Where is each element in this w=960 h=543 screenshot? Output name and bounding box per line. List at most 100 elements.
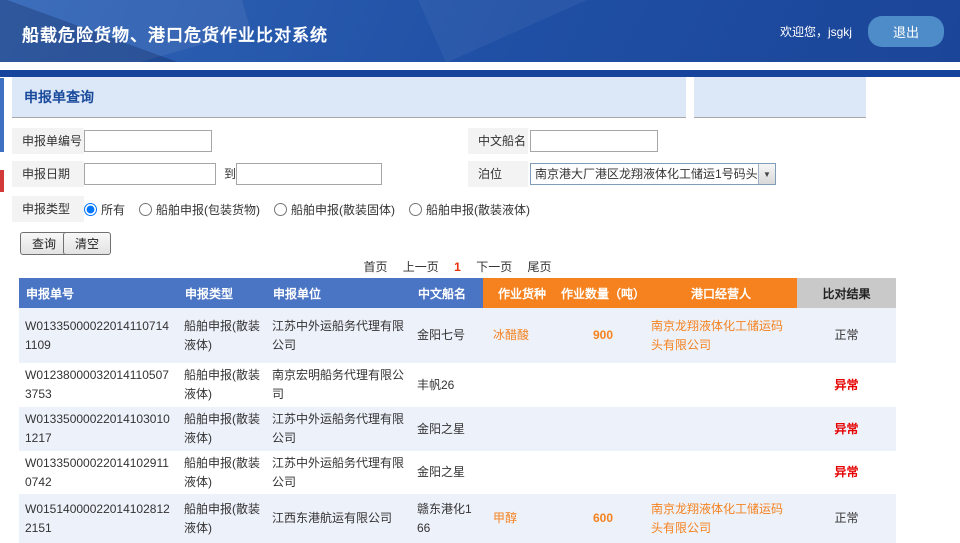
date-to-separator: 到 xyxy=(224,163,236,185)
berth-label: 泊位 xyxy=(468,161,528,187)
col-header-decl-unit: 申报单位 xyxy=(266,278,411,308)
radio-all-input[interactable] xyxy=(84,203,97,216)
radio-bulk-solid-input[interactable] xyxy=(274,203,287,216)
logout-button[interactable]: 退出 xyxy=(868,16,944,47)
table-header-row: 申报单号 申报类型 申报单位 中文船名 作业货种 作业数量（吨） 港口经营人 比… xyxy=(19,278,896,308)
cell-decl-unit: 江苏中外运船务代理有限公司 xyxy=(266,407,411,451)
col-header-port-operator: 港口经营人 xyxy=(645,278,797,308)
cell-compare-result: 异常 xyxy=(797,407,896,451)
table-row: W013350000220141107141109船舶申报(散装液体)江苏中外运… xyxy=(19,308,896,363)
cell-decl-type: 船舶申报(散装液体) xyxy=(178,308,266,363)
app-title: 船载危险货物、港口危货作业比对系统 xyxy=(22,21,328,46)
col-header-compare-result: 比对结果 xyxy=(797,278,896,308)
cell-compare-result: 异常 xyxy=(797,363,896,407)
cell-ship-name: 丰帆26 xyxy=(411,363,483,407)
decl-type-label: 申报类型 xyxy=(12,196,84,222)
cell-cargo-qty xyxy=(561,451,645,494)
cell-ship-name: 金阳之星 xyxy=(411,407,483,451)
radio-all-label: 所有 xyxy=(101,201,125,218)
cell-decl-unit: 江西东港航运有限公司 xyxy=(266,494,411,543)
tab-title: 申报单查询 xyxy=(24,87,94,107)
results-body: W013350000220141107141109船舶申报(散装液体)江苏中外运… xyxy=(19,308,896,543)
cell-cargo-type: 冰醋酸 xyxy=(483,308,561,363)
cell-decl-unit: 江苏中外运船务代理有限公司 xyxy=(266,451,411,494)
app-header: 船载危险货物、港口危货作业比对系统 欢迎您，jsgkj 退出 xyxy=(0,0,960,62)
cell-ship-name: 金阳之星 xyxy=(411,451,483,494)
col-header-decl-type: 申报类型 xyxy=(178,278,266,308)
radio-bulk-liquid[interactable]: 船舶申报(散装液体) xyxy=(409,201,530,218)
welcome-text: 欢迎您，jsgkj xyxy=(780,23,852,40)
results-table: 申报单号 申报类型 申报单位 中文船名 作业货种 作业数量（吨） 港口经营人 比… xyxy=(19,278,896,543)
cell-compare-result: 异常 xyxy=(797,451,896,494)
cell-cargo-qty xyxy=(561,407,645,451)
page-prev-link[interactable]: 上一页 xyxy=(403,260,439,274)
page-first-link[interactable]: 首页 xyxy=(363,260,387,274)
table-row: W013350000220141029110742船舶申报(散装液体)江苏中外运… xyxy=(19,451,896,494)
radio-all[interactable]: 所有 xyxy=(84,201,125,218)
date-to-input[interactable] xyxy=(236,163,382,185)
col-header-ship-name: 中文船名 xyxy=(411,278,483,308)
tab-declaration-query[interactable]: 申报单查询 xyxy=(12,77,686,118)
query-button[interactable]: 查询 xyxy=(20,232,68,255)
cell-cargo-qty: 600 xyxy=(561,494,645,543)
page: 船载危险货物、港口危货作业比对系统 欢迎您，jsgkj 退出 申报单查询 申报单… xyxy=(0,0,960,538)
cell-cargo-type xyxy=(483,451,561,494)
cell-cargo-type xyxy=(483,363,561,407)
cell-decl-unit: 南京宏明船务代理有限公司 xyxy=(266,363,411,407)
cell-compare-result: 正常 xyxy=(797,308,896,363)
col-header-decl-no: 申报单号 xyxy=(19,278,178,308)
cell-decl-type: 船舶申报(散装液体) xyxy=(178,494,266,543)
tab-bar-spacer xyxy=(694,77,866,118)
banner-deco-shape xyxy=(409,0,610,62)
decl-date-label: 申报日期 xyxy=(12,161,84,187)
table-row: W015140000220141028122151船舶申报(散装液体)江西东港航… xyxy=(19,494,896,543)
cell-cargo-qty: 900 xyxy=(561,308,645,363)
page-next-link[interactable]: 下一页 xyxy=(476,260,512,274)
cell-decl-no: W013350000220141029110742 xyxy=(19,451,178,494)
cell-decl-type: 船舶申报(散装液体) xyxy=(178,363,266,407)
cell-decl-no: W013350000220141107141109 xyxy=(19,308,178,363)
header-user-area: 欢迎您，jsgkj 退出 xyxy=(780,0,944,62)
col-header-cargo-qty: 作业数量（吨） xyxy=(561,278,645,308)
cell-ship-name: 赣东港化166 xyxy=(411,494,483,543)
clear-button[interactable]: 清空 xyxy=(63,232,111,255)
cell-decl-no: W015140000220141028122151 xyxy=(19,494,178,543)
cell-decl-no: W013350000220141030101217 xyxy=(19,407,178,451)
ship-name-label: 中文船名 xyxy=(468,128,528,154)
dropdown-arrow-icon: ▼ xyxy=(758,164,775,184)
left-edge-red-strip xyxy=(0,170,4,192)
ship-name-input[interactable] xyxy=(530,130,658,152)
left-edge-blue-strip xyxy=(0,78,4,152)
cell-decl-type: 船舶申报(散装液体) xyxy=(178,407,266,451)
radio-bulk-solid-label: 船舶申报(散装固体) xyxy=(291,201,395,218)
cell-compare-result: 正常 xyxy=(797,494,896,543)
cell-port-operator xyxy=(645,363,797,407)
radio-bulk-solid[interactable]: 船舶申报(散装固体) xyxy=(274,201,395,218)
cell-decl-unit: 江苏中外运船务代理有限公司 xyxy=(266,308,411,363)
cell-cargo-type xyxy=(483,407,561,451)
col-header-cargo-type: 作业货种 xyxy=(483,278,561,308)
radio-packaged-goods[interactable]: 船舶申报(包装货物) xyxy=(139,201,260,218)
cell-ship-name: 金阳七号 xyxy=(411,308,483,363)
cell-decl-no: W012380000320141105073753 xyxy=(19,363,178,407)
table-row: W012380000320141105073753船舶申报(散装液体)南京宏明船… xyxy=(19,363,896,407)
cell-port-operator xyxy=(645,451,797,494)
cell-port-operator: 南京龙翔液体化工储运码头有限公司 xyxy=(645,494,797,543)
berth-selected-value: 南京港大厂港区龙翔液体化工储运1号码头 xyxy=(531,164,758,184)
page-current: 1 xyxy=(454,260,461,274)
cell-cargo-type: 甲醇 xyxy=(483,494,561,543)
radio-packaged-goods-input[interactable] xyxy=(139,203,152,216)
pagination: 首页 上一页 1 下一页 尾页 xyxy=(19,258,896,275)
date-from-input[interactable] xyxy=(84,163,216,185)
radio-bulk-liquid-input[interactable] xyxy=(409,203,422,216)
cell-cargo-qty xyxy=(561,363,645,407)
cell-port-operator: 南京龙翔液体化工储运码头有限公司 xyxy=(645,308,797,363)
page-last-link[interactable]: 尾页 xyxy=(528,260,552,274)
cell-port-operator xyxy=(645,407,797,451)
table-row: W013350000220141030101217船舶申报(散装液体)江苏中外运… xyxy=(19,407,896,451)
tab-bar: 申报单查询 xyxy=(0,77,960,118)
header-divider-bar xyxy=(0,70,960,77)
berth-select[interactable]: 南京港大厂港区龙翔液体化工储运1号码头 ▼ xyxy=(530,163,776,185)
decl-no-input[interactable] xyxy=(84,130,212,152)
cell-decl-type: 船舶申报(散装液体) xyxy=(178,451,266,494)
